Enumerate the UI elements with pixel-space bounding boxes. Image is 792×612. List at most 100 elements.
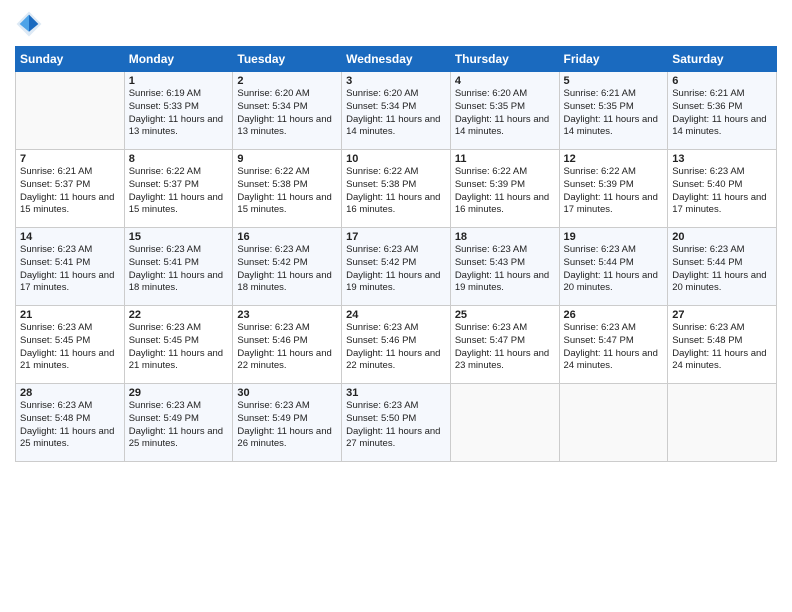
day-number: 21 (20, 309, 120, 321)
day-cell: 22Sunrise: 6:23 AMSunset: 5:45 PMDayligh… (124, 306, 233, 384)
day-detail: Sunrise: 6:23 AMSunset: 5:44 PMDaylight:… (672, 244, 772, 295)
day-detail: Sunrise: 6:23 AMSunset: 5:44 PMDaylight:… (564, 244, 664, 295)
day-number: 23 (237, 309, 337, 321)
day-cell: 21Sunrise: 6:23 AMSunset: 5:45 PMDayligh… (16, 306, 125, 384)
day-number: 8 (129, 153, 229, 165)
logo (15, 10, 47, 38)
day-number: 31 (346, 387, 446, 399)
day-number: 16 (237, 231, 337, 243)
day-number: 14 (20, 231, 120, 243)
day-cell: 2Sunrise: 6:20 AMSunset: 5:34 PMDaylight… (233, 72, 342, 150)
day-detail: Sunrise: 6:21 AMSunset: 5:37 PMDaylight:… (20, 166, 120, 217)
day-cell: 25Sunrise: 6:23 AMSunset: 5:47 PMDayligh… (450, 306, 559, 384)
week-row-3: 14Sunrise: 6:23 AMSunset: 5:41 PMDayligh… (16, 228, 777, 306)
day-number: 12 (564, 153, 664, 165)
day-cell: 4Sunrise: 6:20 AMSunset: 5:35 PMDaylight… (450, 72, 559, 150)
day-detail: Sunrise: 6:22 AMSunset: 5:38 PMDaylight:… (237, 166, 337, 217)
day-detail: Sunrise: 6:23 AMSunset: 5:47 PMDaylight:… (455, 322, 555, 373)
day-detail: Sunrise: 6:23 AMSunset: 5:49 PMDaylight:… (129, 400, 229, 451)
day-detail: Sunrise: 6:23 AMSunset: 5:47 PMDaylight:… (564, 322, 664, 373)
day-number: 28 (20, 387, 120, 399)
col-header-thursday: Thursday (450, 47, 559, 72)
day-cell (16, 72, 125, 150)
day-detail: Sunrise: 6:23 AMSunset: 5:48 PMDaylight:… (20, 400, 120, 451)
week-row-4: 21Sunrise: 6:23 AMSunset: 5:45 PMDayligh… (16, 306, 777, 384)
day-cell (450, 384, 559, 462)
day-cell: 24Sunrise: 6:23 AMSunset: 5:46 PMDayligh… (342, 306, 451, 384)
week-row-2: 7Sunrise: 6:21 AMSunset: 5:37 PMDaylight… (16, 150, 777, 228)
day-cell: 28Sunrise: 6:23 AMSunset: 5:48 PMDayligh… (16, 384, 125, 462)
day-cell: 3Sunrise: 6:20 AMSunset: 5:34 PMDaylight… (342, 72, 451, 150)
day-cell: 31Sunrise: 6:23 AMSunset: 5:50 PMDayligh… (342, 384, 451, 462)
day-detail: Sunrise: 6:21 AMSunset: 5:36 PMDaylight:… (672, 88, 772, 139)
day-number: 17 (346, 231, 446, 243)
day-number: 22 (129, 309, 229, 321)
day-detail: Sunrise: 6:22 AMSunset: 5:39 PMDaylight:… (564, 166, 664, 217)
day-detail: Sunrise: 6:23 AMSunset: 5:43 PMDaylight:… (455, 244, 555, 295)
day-number: 15 (129, 231, 229, 243)
day-cell: 14Sunrise: 6:23 AMSunset: 5:41 PMDayligh… (16, 228, 125, 306)
logo-icon (15, 10, 43, 38)
day-detail: Sunrise: 6:23 AMSunset: 5:50 PMDaylight:… (346, 400, 446, 451)
col-header-wednesday: Wednesday (342, 47, 451, 72)
day-detail: Sunrise: 6:23 AMSunset: 5:48 PMDaylight:… (672, 322, 772, 373)
day-number: 30 (237, 387, 337, 399)
day-detail: Sunrise: 6:20 AMSunset: 5:34 PMDaylight:… (237, 88, 337, 139)
week-row-1: 1Sunrise: 6:19 AMSunset: 5:33 PMDaylight… (16, 72, 777, 150)
day-cell: 26Sunrise: 6:23 AMSunset: 5:47 PMDayligh… (559, 306, 668, 384)
col-header-sunday: Sunday (16, 47, 125, 72)
day-cell: 10Sunrise: 6:22 AMSunset: 5:38 PMDayligh… (342, 150, 451, 228)
day-cell: 29Sunrise: 6:23 AMSunset: 5:49 PMDayligh… (124, 384, 233, 462)
day-detail: Sunrise: 6:23 AMSunset: 5:41 PMDaylight:… (20, 244, 120, 295)
day-number: 11 (455, 153, 555, 165)
day-detail: Sunrise: 6:22 AMSunset: 5:39 PMDaylight:… (455, 166, 555, 217)
day-detail: Sunrise: 6:23 AMSunset: 5:41 PMDaylight:… (129, 244, 229, 295)
day-detail: Sunrise: 6:23 AMSunset: 5:46 PMDaylight:… (237, 322, 337, 373)
day-number: 25 (455, 309, 555, 321)
day-detail: Sunrise: 6:23 AMSunset: 5:45 PMDaylight:… (20, 322, 120, 373)
day-cell: 23Sunrise: 6:23 AMSunset: 5:46 PMDayligh… (233, 306, 342, 384)
col-header-saturday: Saturday (668, 47, 777, 72)
day-number: 29 (129, 387, 229, 399)
day-number: 20 (672, 231, 772, 243)
day-cell: 13Sunrise: 6:23 AMSunset: 5:40 PMDayligh… (668, 150, 777, 228)
day-number: 2 (237, 75, 337, 87)
day-detail: Sunrise: 6:23 AMSunset: 5:46 PMDaylight:… (346, 322, 446, 373)
day-cell: 12Sunrise: 6:22 AMSunset: 5:39 PMDayligh… (559, 150, 668, 228)
header (15, 10, 777, 38)
day-number: 18 (455, 231, 555, 243)
day-number: 19 (564, 231, 664, 243)
day-cell: 1Sunrise: 6:19 AMSunset: 5:33 PMDaylight… (124, 72, 233, 150)
day-detail: Sunrise: 6:20 AMSunset: 5:34 PMDaylight:… (346, 88, 446, 139)
day-detail: Sunrise: 6:22 AMSunset: 5:37 PMDaylight:… (129, 166, 229, 217)
day-number: 1 (129, 75, 229, 87)
day-detail: Sunrise: 6:23 AMSunset: 5:49 PMDaylight:… (237, 400, 337, 451)
day-number: 5 (564, 75, 664, 87)
day-cell: 11Sunrise: 6:22 AMSunset: 5:39 PMDayligh… (450, 150, 559, 228)
day-cell: 20Sunrise: 6:23 AMSunset: 5:44 PMDayligh… (668, 228, 777, 306)
day-number: 3 (346, 75, 446, 87)
day-detail: Sunrise: 6:21 AMSunset: 5:35 PMDaylight:… (564, 88, 664, 139)
day-cell: 8Sunrise: 6:22 AMSunset: 5:37 PMDaylight… (124, 150, 233, 228)
col-header-tuesday: Tuesday (233, 47, 342, 72)
day-number: 9 (237, 153, 337, 165)
day-number: 6 (672, 75, 772, 87)
day-detail: Sunrise: 6:23 AMSunset: 5:42 PMDaylight:… (237, 244, 337, 295)
day-cell: 16Sunrise: 6:23 AMSunset: 5:42 PMDayligh… (233, 228, 342, 306)
day-cell: 27Sunrise: 6:23 AMSunset: 5:48 PMDayligh… (668, 306, 777, 384)
day-detail: Sunrise: 6:22 AMSunset: 5:38 PMDaylight:… (346, 166, 446, 217)
day-number: 7 (20, 153, 120, 165)
day-detail: Sunrise: 6:23 AMSunset: 5:40 PMDaylight:… (672, 166, 772, 217)
day-detail: Sunrise: 6:19 AMSunset: 5:33 PMDaylight:… (129, 88, 229, 139)
page: SundayMondayTuesdayWednesdayThursdayFrid… (0, 0, 792, 612)
day-cell: 6Sunrise: 6:21 AMSunset: 5:36 PMDaylight… (668, 72, 777, 150)
day-number: 4 (455, 75, 555, 87)
header-row: SundayMondayTuesdayWednesdayThursdayFrid… (16, 47, 777, 72)
col-header-friday: Friday (559, 47, 668, 72)
day-number: 10 (346, 153, 446, 165)
col-header-monday: Monday (124, 47, 233, 72)
week-row-5: 28Sunrise: 6:23 AMSunset: 5:48 PMDayligh… (16, 384, 777, 462)
day-number: 27 (672, 309, 772, 321)
day-detail: Sunrise: 6:23 AMSunset: 5:45 PMDaylight:… (129, 322, 229, 373)
day-cell: 18Sunrise: 6:23 AMSunset: 5:43 PMDayligh… (450, 228, 559, 306)
